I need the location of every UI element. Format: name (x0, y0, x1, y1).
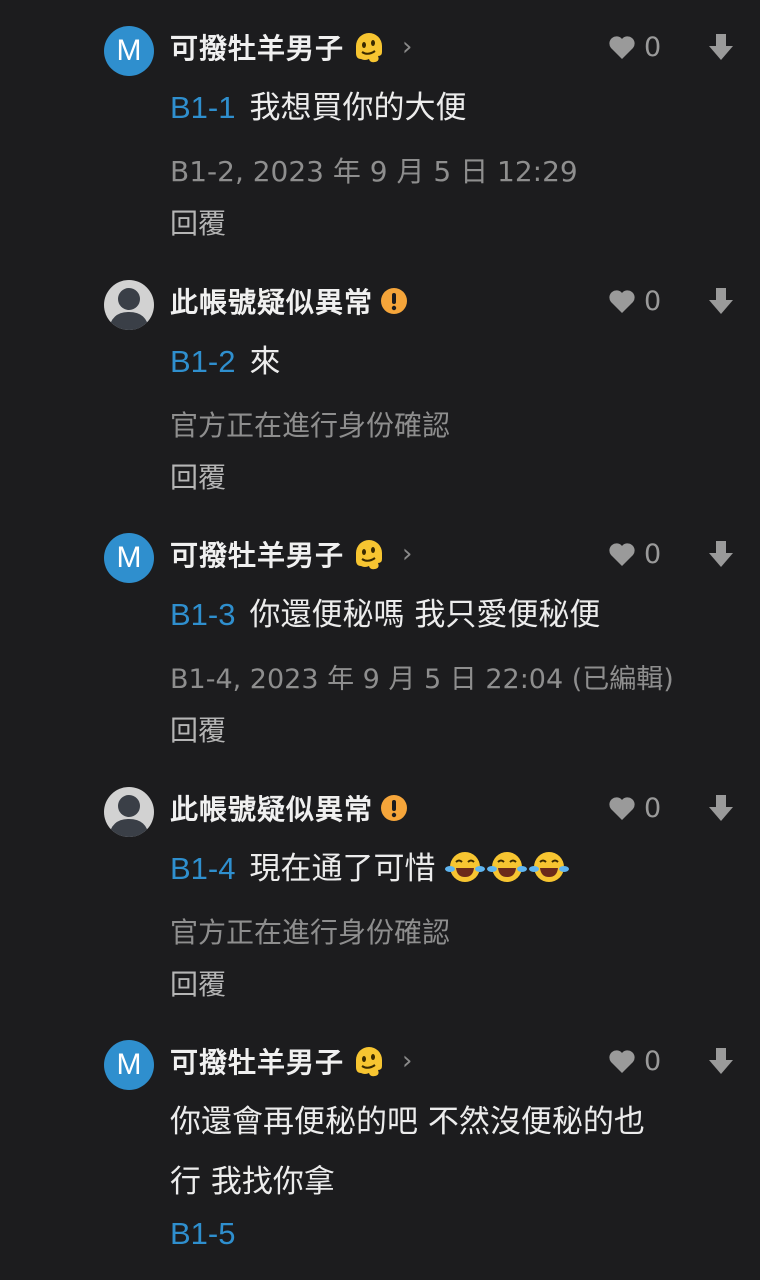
reply-button[interactable]: 回覆 (170, 963, 226, 1003)
floor-link[interactable]: B1-1 (170, 90, 235, 125)
heart-icon[interactable] (608, 288, 636, 314)
avatar[interactable]: M (104, 533, 154, 583)
downvote-arrow-icon[interactable] (708, 33, 734, 61)
melting-face-emoji-icon (350, 535, 388, 573)
avatar-letter: M (116, 1048, 142, 1081)
like-count: 0 (644, 538, 662, 570)
comment-thread: M 可撥牡羊男子 › 0 B1-1 我想買你的大便 B1-2, 2023 年 9 … (0, 0, 760, 1280)
like-count: 0 (644, 285, 662, 317)
tears-of-joy-emoji-icon (529, 852, 570, 882)
comment-text: 行 我找你拿 (170, 1164, 335, 1200)
avatar-letter: M (116, 34, 142, 67)
author-name[interactable]: 此帳號疑似異常 (170, 281, 373, 321)
comment-meta: 官方正在進行身份確認 (170, 916, 451, 949)
comment-body: B1-3 你還便秘嗎 我只愛便秘便 (170, 589, 600, 634)
default-user-icon (109, 288, 149, 330)
downvote-arrow-icon[interactable] (708, 287, 734, 315)
avatar[interactable] (104, 787, 154, 837)
comment-text: 你還便秘嗎 我只愛便秘便 (249, 597, 601, 633)
comment-text: 來 (249, 344, 281, 380)
heart-icon[interactable] (608, 34, 636, 60)
chevron-right-icon[interactable]: › (402, 539, 412, 569)
like-count: 0 (644, 31, 662, 63)
author-name[interactable]: 此帳號疑似異常 (170, 788, 373, 828)
tears-of-joy-emoji-icon (445, 852, 486, 882)
comment-body: B1-4 現在通了可惜 (170, 843, 571, 888)
avatar-letter: M (116, 541, 142, 574)
reply-button[interactable]: 回覆 (170, 709, 226, 749)
floor-link[interactable]: B1-3 (170, 597, 235, 632)
comment-text: 我想買你的大便 (249, 90, 467, 126)
author-name[interactable]: 可撥牡羊男子 (170, 27, 344, 67)
default-user-icon (109, 795, 149, 837)
downvote-arrow-icon[interactable] (708, 794, 734, 822)
heart-icon[interactable] (608, 1048, 636, 1074)
floor-link[interactable]: B1-4 (170, 851, 235, 886)
comment-body: B1-2 來 (170, 336, 280, 381)
like-count: 0 (644, 792, 662, 824)
reply-button[interactable]: 回覆 (170, 456, 226, 496)
reply-button[interactable]: 回覆 (170, 202, 226, 242)
warning-icon (379, 286, 409, 316)
like-count: 0 (644, 1045, 662, 1077)
comment-body: B1-5 (170, 1216, 249, 1252)
floor-link[interactable]: B1-5 (170, 1216, 235, 1251)
avatar[interactable]: M (104, 26, 154, 76)
comment-body: B1-1 我想買你的大便 (170, 82, 466, 127)
tears-of-joy-emoji-icon (487, 852, 528, 882)
downvote-arrow-icon[interactable] (708, 540, 734, 568)
floor-link[interactable]: B1-2 (170, 344, 235, 379)
melting-face-emoji-icon (350, 1042, 388, 1080)
heart-icon[interactable] (608, 795, 636, 821)
comment-meta: B1-4, 2023 年 9 月 5 日 22:04 (已編輯) (170, 664, 674, 695)
avatar[interactable]: M (104, 1040, 154, 1090)
chevron-right-icon[interactable]: › (402, 32, 412, 62)
author-name[interactable]: 可撥牡羊男子 (170, 1041, 344, 1081)
comment-meta: B1-2, 2023 年 9 月 5 日 12:29 (170, 155, 578, 188)
comment-meta: 官方正在進行身份確認 (170, 409, 451, 442)
warning-icon (379, 793, 409, 823)
heart-icon[interactable] (608, 541, 636, 567)
chevron-right-icon[interactable]: › (402, 1046, 412, 1076)
comment-text: 現在通了可惜 (249, 851, 436, 887)
comment-text: 你還會再便秘的吧 不然沒便秘的也 (170, 1104, 645, 1140)
melting-face-emoji-icon (350, 28, 388, 66)
author-name[interactable]: 可撥牡羊男子 (170, 534, 344, 574)
downvote-arrow-icon[interactable] (708, 1047, 734, 1075)
avatar[interactable] (104, 280, 154, 330)
